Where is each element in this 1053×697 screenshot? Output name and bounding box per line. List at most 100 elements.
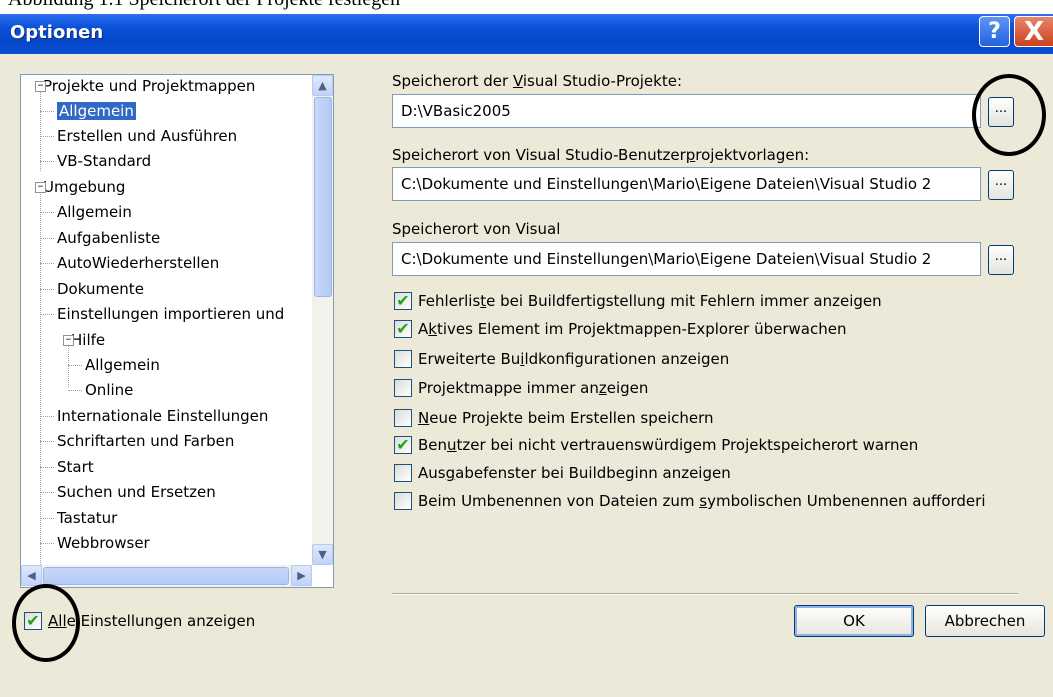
tree-item-internationale-einstellungen[interactable]: Internationale Einstellungen [57, 405, 268, 427]
tree-item-label: Allgemein [85, 356, 160, 374]
tree-guide [68, 390, 82, 391]
checkbox-show-error-list[interactable]: ✔ Fehlerliste bei Buildfertigstellung mi… [394, 290, 882, 312]
tree-guide [68, 341, 69, 387]
tree-guide [40, 185, 41, 585]
close-button[interactable]: X [1014, 16, 1053, 47]
templates-location-input[interactable]: C:\Dokumente und Einstellungen\Mario\Eig… [392, 167, 981, 201]
checkbox-always-show-solution[interactable]: Projektmappe immer anzeigen [394, 377, 648, 399]
check-icon: ✔ [396, 435, 410, 454]
checkbox-box[interactable] [394, 464, 412, 482]
tree-item-label: AutoWiederherstellen [57, 254, 220, 272]
tree-item-label: Einstellungen importieren und [57, 305, 285, 323]
checkbox-label: Beim Umbenennen von Dateien zum symbolis… [418, 492, 986, 510]
checkbox-box[interactable] [394, 492, 412, 510]
browse-templates-button[interactable]: ... [988, 170, 1014, 200]
checkbox-box[interactable] [394, 350, 412, 368]
tree-guide [40, 136, 54, 137]
tree-item-einstellungen-importieren[interactable]: Einstellungen importieren und [57, 303, 284, 325]
checkbox-advanced-build-configs[interactable]: Erweiterte Buildkonfigurationen anzeigen [394, 348, 729, 370]
visual-location-input[interactable]: C:\Dokumente und Einstellungen\Mario\Eig… [392, 242, 981, 276]
tree-item-hilfe-allgemein[interactable]: Allgemein [85, 354, 160, 376]
scroll-right-icon[interactable]: ▶ [291, 565, 312, 586]
separator-line [392, 593, 1018, 595]
visual-location-label: Speicherort von Visual [392, 220, 561, 238]
checkbox-label: Projektmappe immer anzeigen [418, 379, 649, 397]
checkbox-warn-untrusted-location[interactable]: ✔ Benutzer bei nicht vertrauenswürdigem … [394, 434, 918, 456]
cancel-button[interactable]: Abbrechen [925, 605, 1045, 637]
checkbox-box[interactable]: ✔ [394, 436, 412, 454]
options-tree[interactable]: − Projekte und Projektmappen Allgemein E… [20, 74, 334, 588]
scroll-down-icon[interactable]: ▼ [312, 544, 333, 565]
collapse-icon[interactable]: − [63, 335, 74, 346]
check-icon: ✔ [396, 319, 410, 338]
tree-horizontal-scrollbar[interactable]: ◀ ▶ [21, 565, 312, 587]
tree-item-start[interactable]: Start [57, 456, 94, 478]
tree-guide [40, 111, 54, 112]
vertical-scroll-thumb[interactable] [314, 97, 332, 297]
projects-location-input[interactable]: D:\VBasic2005 [392, 94, 981, 128]
tree-item-label: VB-Standard [57, 152, 152, 170]
checkbox-track-active-item[interactable]: ✔ Aktives Element im Projektmappen-Explo… [394, 318, 846, 340]
tree-item-webbrowser[interactable]: Webbrowser [57, 532, 150, 554]
checkbox-label: Neue Projekte beim Erstellen speichern [418, 409, 714, 427]
tree-guide [40, 238, 54, 239]
tree-item-label: Tastatur [57, 509, 118, 527]
scroll-up-icon[interactable]: ▲ [312, 75, 333, 96]
tree-item-label: Schriftarten und Farben [57, 432, 235, 450]
tree-item-aufgabenliste[interactable]: Aufgabenliste [57, 227, 160, 249]
templates-location-label: Speicherort von Visual Studio-Benutzerpr… [392, 146, 810, 164]
tree-guide [40, 289, 54, 290]
checkbox-box[interactable] [394, 379, 412, 397]
tree-guide [40, 467, 54, 468]
tree-item-label: Allgemein [57, 203, 132, 221]
tree-item-erstellen[interactable]: Erstellen und Ausführen [57, 125, 237, 147]
tree-item-label: Online [85, 381, 134, 399]
checkbox-label: Erweiterte Buildkonfigurationen anzeigen [418, 350, 730, 368]
tree-item-umgebung[interactable]: − Umgebung [35, 176, 125, 198]
tree-guide [40, 314, 54, 315]
checkbox-box[interactable]: ✔ [394, 292, 412, 310]
tree-guide [40, 161, 54, 162]
checkbox-save-new-projects[interactable]: Neue Projekte beim Erstellen speichern [394, 407, 714, 429]
tree-guide [40, 543, 54, 544]
tree-item-autowiederherstellen[interactable]: AutoWiederherstellen [57, 252, 219, 274]
browse-visual-button[interactable]: ... [988, 245, 1014, 275]
tree-item-label: Hilfe [71, 331, 106, 349]
ok-button[interactable]: OK [794, 605, 914, 637]
tree-item-schriftarten[interactable]: Schriftarten und Farben [57, 430, 234, 452]
tree-guide [40, 91, 41, 171]
tree-item-label: Erstellen und Ausführen [57, 127, 238, 145]
tree-item-tastatur[interactable]: Tastatur [57, 507, 117, 529]
tree-item-label: Projekte und Projektmappen [43, 77, 256, 95]
highlight-circle [972, 74, 1046, 156]
tree-item-label: Start [57, 458, 94, 476]
options-dialog: Optionen ? X − Projekte und Projektmappe… [0, 14, 1053, 697]
scroll-left-icon[interactable]: ◀ [21, 565, 42, 586]
tree-item-umgebung-allgemein[interactable]: Allgemein [57, 201, 132, 223]
help-button[interactable]: ? [979, 16, 1010, 47]
dialog-title: Optionen [10, 22, 104, 43]
projects-location-label: Speicherort der Visual Studio-Projekte: [392, 72, 683, 90]
collapse-icon[interactable]: − [35, 182, 46, 193]
checkbox-prompt-symbolic-rename[interactable]: Beim Umbenennen von Dateien zum symbolis… [394, 490, 1026, 512]
checkbox-box[interactable] [394, 409, 412, 427]
tree-item-online[interactable]: Online [85, 379, 133, 401]
checkbox-box[interactable]: ✔ [394, 320, 412, 338]
tree-item-dokumente[interactable]: Dokumente [57, 278, 144, 300]
tree-item-label: Internationale Einstellungen [57, 407, 269, 425]
collapse-icon[interactable]: − [35, 81, 46, 92]
tree-item-vb-standard[interactable]: VB-Standard [57, 150, 151, 172]
tree-vertical-scrollbar[interactable]: ▲ ▼ [312, 75, 333, 565]
tree-item-hilfe[interactable]: − Hilfe [63, 329, 106, 351]
tree-item-label: Webbrowser [57, 534, 150, 552]
horizontal-scroll-thumb[interactable] [43, 567, 289, 585]
tree-item-projekte-allgemein[interactable]: Allgemein [57, 100, 136, 122]
checkbox-label: Fehlerliste bei Buildfertigstellung mit … [418, 292, 882, 310]
tree-guide [40, 441, 54, 442]
title-bar[interactable]: Optionen ? X [0, 14, 1053, 54]
tree-item-suchen[interactable]: Suchen und Ersetzen [57, 481, 216, 503]
tree-item-projekte[interactable]: − Projekte und Projektmappen [35, 75, 256, 97]
dialog-body: − Projekte und Projektmappen Allgemein E… [0, 54, 1053, 697]
checkbox-show-output-window[interactable]: Ausgabefenster bei Buildbeginn anzeigen [394, 462, 731, 484]
tree-guide [40, 492, 54, 493]
